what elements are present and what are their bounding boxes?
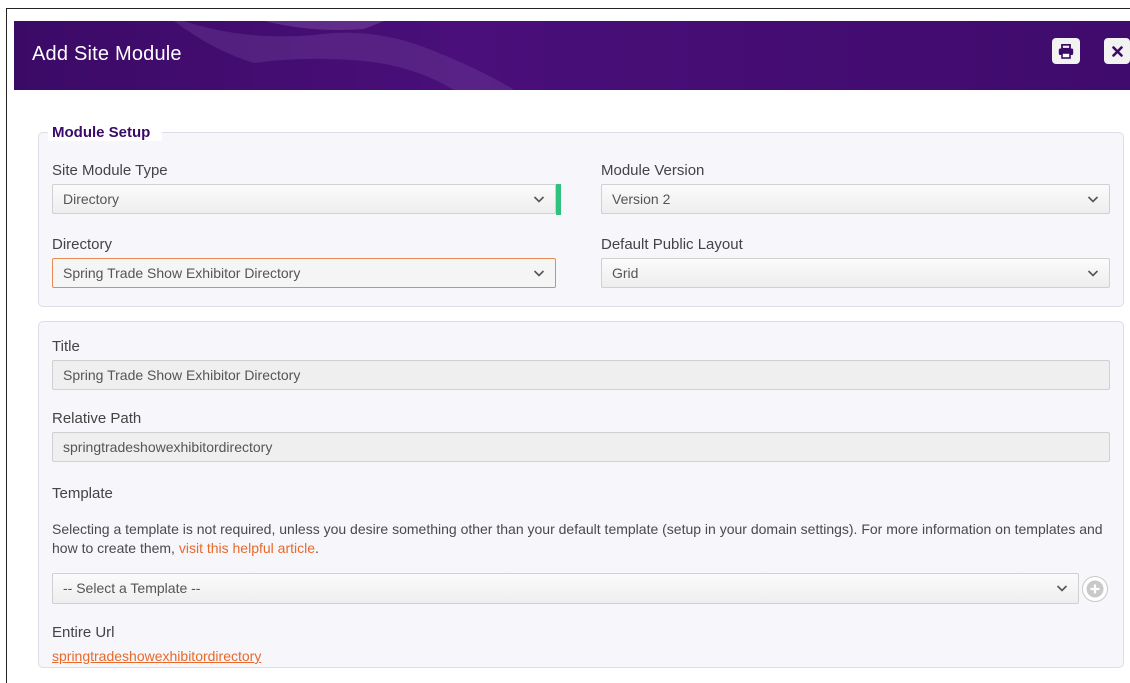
template-label: Template <box>52 485 113 502</box>
template-select-value: -- Select a Template -- <box>63 580 201 596</box>
directory-value: Spring Trade Show Exhibitor Directory <box>63 265 301 281</box>
dialog-title: Add Site Module <box>32 43 182 65</box>
add-template-button[interactable] <box>1082 576 1108 602</box>
title-label: Title <box>52 338 80 355</box>
title-input[interactable]: Spring Trade Show Exhibitor Directory <box>52 360 1110 390</box>
chevron-down-icon <box>533 270 545 277</box>
entire-url-link[interactable]: springtradeshowexhibitordirectory <box>52 648 261 664</box>
entire-url-label: Entire Url <box>52 624 115 641</box>
site-module-type-label: Site Module Type <box>52 162 168 179</box>
chevron-down-icon <box>1056 585 1068 592</box>
title-input-value: Spring Trade Show Exhibitor Directory <box>63 367 301 383</box>
relative-path-input[interactable]: springtradeshowexhibitordirectory <box>52 432 1110 462</box>
directory-select[interactable]: Spring Trade Show Exhibitor Directory <box>52 258 556 288</box>
template-description: Selecting a template is not required, un… <box>52 520 1112 558</box>
chevron-down-icon <box>1087 196 1099 203</box>
print-icon <box>1058 43 1074 59</box>
plus-icon <box>1086 580 1104 598</box>
template-select[interactable]: -- Select a Template -- <box>52 573 1079 604</box>
module-version-label: Module Version <box>601 162 705 179</box>
dialog-header: Add Site Module <box>14 21 1130 90</box>
window-border-left <box>6 8 7 683</box>
print-button[interactable] <box>1052 38 1080 64</box>
helpful-article-link[interactable]: visit this helpful article <box>179 540 315 556</box>
module-version-value: Version 2 <box>612 191 671 207</box>
template-description-end: . <box>315 540 319 556</box>
chevron-down-icon <box>533 196 545 203</box>
module-setup-legend: Module Setup <box>48 124 163 141</box>
window-border-top <box>6 8 1130 9</box>
default-public-layout-label: Default Public Layout <box>601 236 743 253</box>
close-button[interactable] <box>1104 38 1130 64</box>
directory-label: Directory <box>52 236 113 253</box>
valid-indicator <box>556 184 561 215</box>
site-module-type-value: Directory <box>63 191 120 207</box>
site-module-type-select[interactable]: Directory <box>52 184 556 214</box>
relative-path-value: springtradeshowexhibitordirectory <box>63 439 273 455</box>
close-icon <box>1111 45 1123 57</box>
chevron-down-icon <box>1087 270 1099 277</box>
default-public-layout-select[interactable]: Grid <box>601 258 1110 288</box>
module-version-select[interactable]: Version 2 <box>601 184 1110 214</box>
relative-path-label: Relative Path <box>52 410 142 427</box>
default-public-layout-value: Grid <box>612 265 639 281</box>
